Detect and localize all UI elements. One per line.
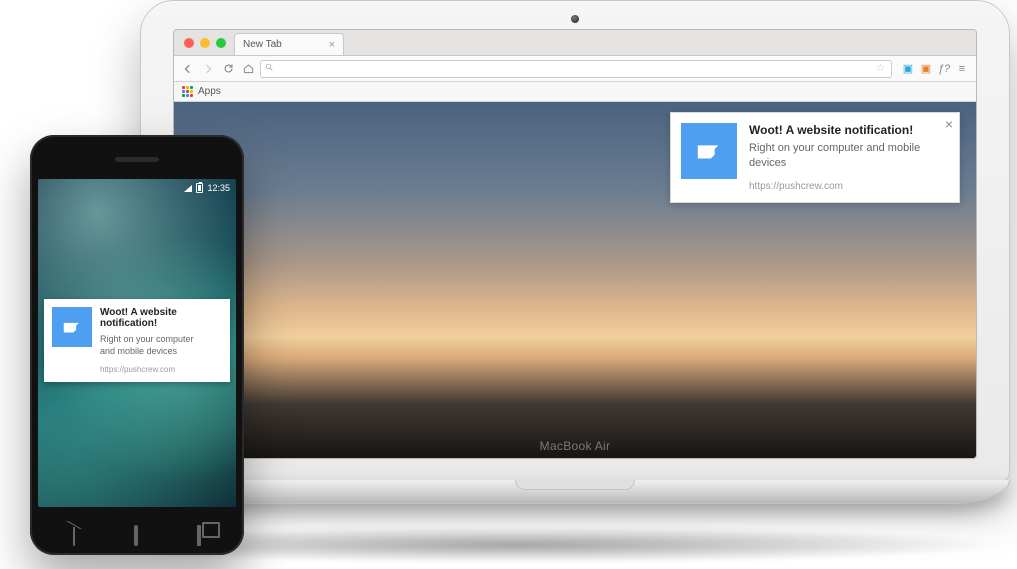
phone-status-bar: 12:35 (38, 179, 236, 197)
notification-body: Right on your computer and mobile device… (749, 141, 937, 171)
notification-content: Woot! A website notification! Right on y… (100, 307, 222, 374)
notification-content: Woot! A website notification! Right on y… (749, 123, 949, 192)
extension-button-1[interactable]: ▣ (900, 61, 916, 77)
notification-title: Woot! A website notification! (100, 307, 210, 329)
apps-label[interactable]: Apps (198, 86, 221, 97)
extension-button-3[interactable]: ƒ? (936, 61, 952, 77)
window-minimize-button[interactable] (200, 38, 210, 48)
browser-tab-strip: New Tab × (174, 30, 976, 56)
laptop-device: New Tab × (140, 0, 1010, 504)
notification-body: Right on your computer and mobile device… (100, 333, 210, 357)
address-bar[interactable]: ☆ (260, 60, 892, 78)
tab-close-button[interactable]: × (329, 39, 335, 51)
browser-toolbar: ☆ ▣ ▣ ƒ? ≡ (174, 56, 976, 82)
bookmark-star-icon[interactable]: ☆ (876, 63, 885, 74)
android-nav-bar (30, 527, 244, 545)
search-icon (265, 63, 274, 75)
bookmark-bar: Apps (174, 82, 976, 102)
phone-device: 12:35 Woot! A website notification! Righ… (30, 135, 244, 555)
reload-button[interactable] (220, 61, 236, 77)
extensions-group: ▣ ▣ ƒ? ≡ (900, 61, 970, 77)
window-maximize-button[interactable] (216, 38, 226, 48)
page-viewport: × Woot! A website notification! Right on… (174, 102, 976, 458)
webcam-icon (571, 15, 579, 23)
signal-icon (184, 185, 192, 192)
nav-forward-button[interactable] (200, 61, 216, 77)
notification-app-icon (681, 123, 737, 179)
window-close-button[interactable] (184, 38, 194, 48)
extension-button-2[interactable]: ▣ (918, 61, 934, 77)
notification-close-button[interactable]: × (945, 117, 953, 131)
tab-label: New Tab (243, 39, 282, 50)
phone-screen: 12:35 Woot! A website notification! Righ… (38, 179, 236, 507)
apps-launcher-icon[interactable] (182, 86, 193, 97)
notification-title: Woot! A website notification! (749, 123, 937, 137)
window-controls (184, 38, 226, 48)
browser-menu-button[interactable]: ≡ (954, 61, 970, 77)
laptop-model-label: MacBook Air (540, 439, 611, 453)
android-back-button[interactable] (73, 527, 75, 545)
desktop-notification[interactable]: × Woot! A website notification! Right on… (670, 112, 960, 203)
laptop-base (140, 480, 1010, 504)
battery-icon (196, 183, 203, 193)
android-recent-button[interactable] (197, 527, 201, 545)
home-button[interactable] (240, 61, 256, 77)
phone-speaker-icon (115, 157, 159, 162)
notification-source: https://pushcrew.com (749, 181, 937, 192)
mobile-notification[interactable]: Woot! A website notification! Right on y… (44, 299, 230, 382)
laptop-screen: New Tab × (173, 29, 977, 459)
laptop-bezel: New Tab × (140, 0, 1010, 482)
notification-source: https://pushcrew.com (100, 365, 210, 374)
status-time: 12:35 (207, 183, 230, 193)
android-home-button[interactable] (134, 527, 138, 545)
nav-back-button[interactable] (180, 61, 196, 77)
notification-app-icon (52, 307, 92, 347)
laptop-notch (515, 480, 635, 490)
browser-tab-new[interactable]: New Tab × (234, 33, 344, 55)
